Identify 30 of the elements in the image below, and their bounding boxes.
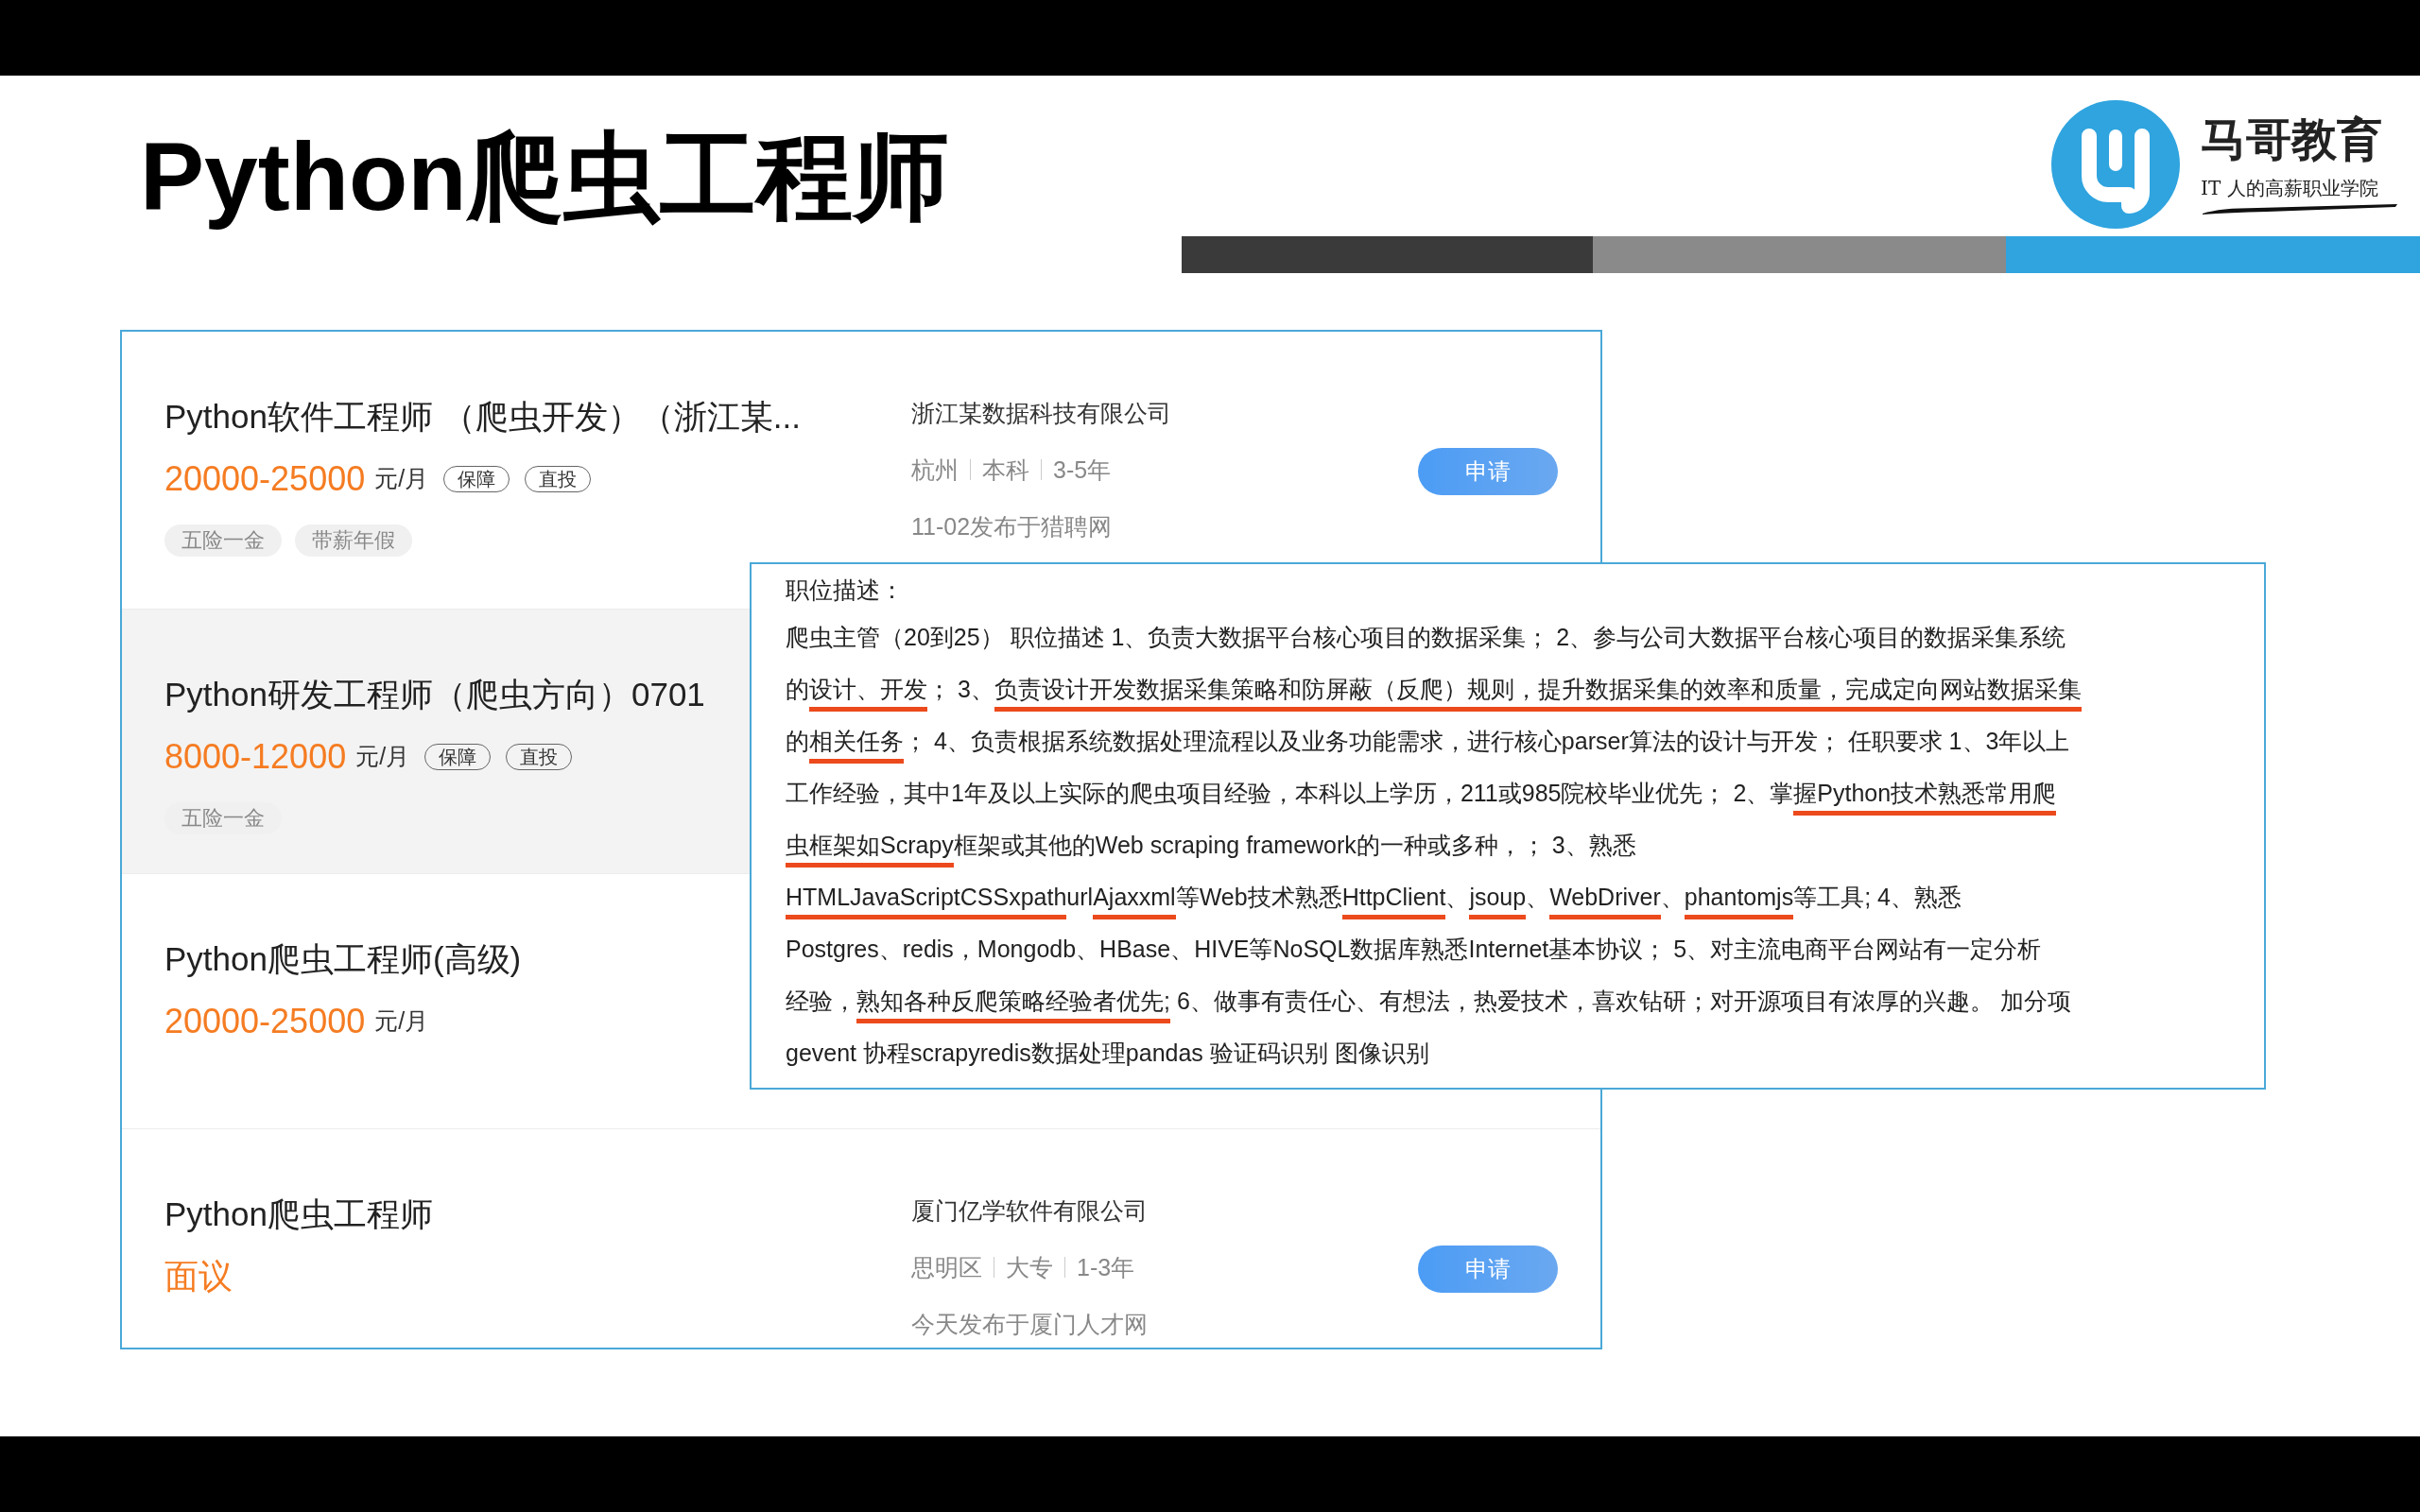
description-line: gevent 协程scrapyredis数据处理pandas 验证码识别 图像识别 (786, 1039, 1429, 1068)
job-meta: 3-5年 (1053, 455, 1112, 485)
salary: 20000-25000 (164, 1001, 366, 1042)
job-meta: 本科 (982, 455, 1029, 485)
job-title[interactable]: Python软件工程师 （爬虫开发）（浙江某... (164, 396, 801, 438)
salary: 面议 (164, 1256, 233, 1297)
benefit-tag: 带薪年假 (295, 524, 412, 557)
job-meta: 1-3年 (1077, 1253, 1135, 1282)
post-date: 11-02发布于猎聘网 (911, 512, 1114, 541)
job-meta: 大专 (1006, 1253, 1053, 1282)
logo-name: 马哥教育 (2201, 113, 2383, 166)
salary-unit: 元/月 (355, 742, 410, 772)
post-date: 今天发布于厦门人才网 (911, 1310, 1148, 1339)
salary-unit: 元/月 (374, 1006, 429, 1037)
salary: 8000-12000 (164, 736, 347, 778)
job-title[interactable]: Python爬虫工程师(高级) (164, 938, 522, 980)
logo-slogan: IT 人的高薪职业学院 (2201, 176, 2379, 201)
brush-stroke-icon (2201, 202, 2399, 215)
job-meta: 思明区 (911, 1253, 982, 1282)
job-title[interactable]: Python爬虫工程师 (164, 1194, 433, 1235)
salary: 20000-25000 (164, 458, 366, 500)
description-heading: 职位描述： (786, 576, 904, 605)
company-name[interactable]: 浙江某数据科技有限公司 (911, 396, 1171, 430)
benefit-tag: 五险一金 (164, 524, 282, 557)
company-name[interactable]: 厦门亿学软件有限公司 (911, 1194, 1148, 1228)
logo-icon (2049, 98, 2182, 231)
salary-unit: 元/月 (374, 464, 429, 494)
job-title[interactable]: Python研发工程师（爬虫方向）0701 (164, 674, 705, 715)
job-meta: 杭州 (911, 455, 959, 485)
slide-title: Python爬虫工程师 (140, 122, 949, 232)
